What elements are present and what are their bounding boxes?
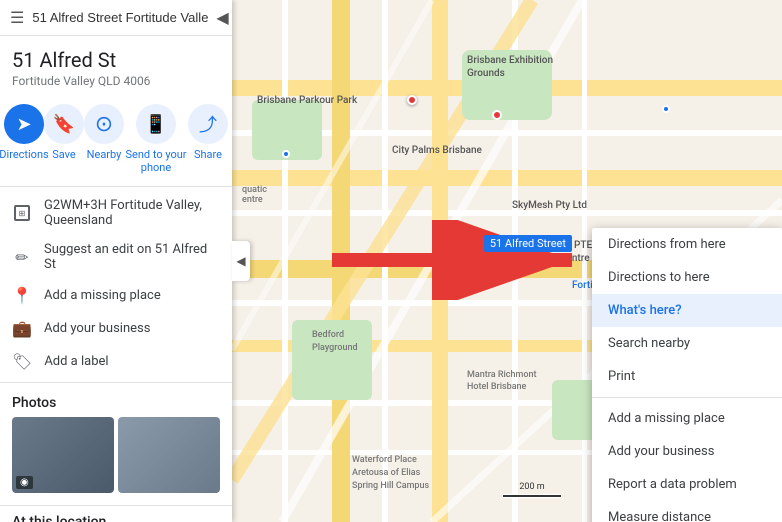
missing-place-icon: 📍: [12, 286, 32, 305]
photo-thumb-2[interactable]: [118, 417, 220, 493]
park-2: [462, 50, 552, 120]
info-list: ⊞ G2WM+3H Fortitude Valley, Queensland ✏…: [0, 187, 232, 383]
place-address: Fortitude Valley QLD 4006: [0, 74, 232, 96]
directions-button[interactable]: ➤ Directions: [4, 104, 44, 174]
pin-dot: [518, 251, 538, 271]
ctx-report[interactable]: Report a data problem: [592, 468, 782, 501]
ctx-whats-here[interactable]: What's here?: [592, 294, 782, 327]
add-label-label: Add a label: [44, 354, 108, 369]
plus-code-value: G2WM+3H Fortitude Valley, Queensland: [44, 198, 220, 228]
road-v4: [382, 0, 388, 522]
road-v3: [282, 0, 288, 522]
photos-section-title: Photos: [0, 383, 232, 417]
phone-icon: 📱: [136, 104, 176, 144]
edit-icon: ✏: [12, 248, 32, 267]
send-to-phone-label: Send to your phone: [124, 148, 188, 174]
nearby-button[interactable]: ⊙ Nearby: [84, 104, 124, 174]
plus-code-icon: ⊞: [14, 205, 30, 221]
suggest-edit-item[interactable]: ✏ Suggest an edit on 51 Alfred St: [0, 235, 232, 279]
search-input[interactable]: [32, 10, 208, 25]
road-v1: [332, 0, 350, 522]
scale-bar: 200 m: [502, 482, 562, 498]
add-missing-label: Add a missing place: [44, 288, 161, 303]
ctx-search-nearby[interactable]: Search nearby: [592, 327, 782, 360]
add-business-item[interactable]: 💼 Add your business: [0, 312, 232, 345]
at-location-section: At this location 20Cube Logistics Pvt. L…: [0, 505, 232, 522]
ctx-directions-from[interactable]: Directions from here: [592, 228, 782, 261]
park-3: [292, 320, 372, 400]
context-menu: Directions from here Directions to here …: [592, 228, 782, 522]
road-v6: [582, 0, 587, 522]
add-business-label: Add your business: [44, 321, 150, 336]
ctx-measure[interactable]: Measure distance: [592, 501, 782, 522]
road-h6: [232, 210, 782, 216]
map-pin[interactable]: 51 Alfred Street: [484, 235, 572, 268]
ctx-add-missing[interactable]: Add a missing place: [592, 402, 782, 435]
send-to-phone-button[interactable]: 📱 Send to your phone: [124, 104, 188, 174]
road-h2: [232, 170, 782, 186]
ctx-print[interactable]: Print: [592, 360, 782, 393]
action-buttons: ➤ Directions 🔖 Save ⊙ Nearby 📱 Send to y…: [0, 96, 232, 187]
directions-label: Directions: [0, 148, 49, 161]
at-location-title: At this location: [12, 514, 220, 522]
search-bar: ☰ ◀ ✕: [0, 0, 232, 36]
marker-3: [282, 150, 290, 158]
label-icon: 🏷: [12, 352, 32, 371]
suggest-edit-label: Suggest an edit on 51 Alfred St: [44, 242, 220, 272]
add-label-item[interactable]: 🏷 Add a label: [0, 345, 232, 378]
marker-4: [662, 105, 670, 113]
map-container[interactable]: Brisbane Parkour Park Brisbane Exhibitio…: [232, 0, 782, 522]
marker-2: [492, 110, 502, 120]
nearby-icon: ⊙: [84, 104, 124, 144]
plus-code-item[interactable]: ⊞ G2WM+3H Fortitude Valley, Queensland: [0, 191, 232, 235]
collapse-handle[interactable]: ◀: [232, 241, 250, 281]
ctx-directions-to[interactable]: Directions to here: [592, 261, 782, 294]
business-icon: 💼: [12, 319, 32, 338]
share-icon: ⤴: [188, 104, 228, 144]
left-panel: ☰ ◀ ✕ ◀ ▶ 51 Alfred St Fortitude: [0, 0, 232, 522]
place-title-section: 51 Alfred St: [0, 36, 232, 72]
save-icon: 🔖: [44, 104, 84, 144]
directions-icon: ➤: [4, 104, 44, 144]
ctx-divider: [592, 397, 782, 398]
share-label: Share: [194, 148, 222, 161]
road-v2: [432, 0, 448, 522]
nearby-label: Nearby: [87, 148, 122, 161]
add-missing-item[interactable]: 📍 Add a missing place: [0, 279, 232, 312]
save-label: Save: [52, 148, 76, 161]
photo-row: ◉: [0, 417, 232, 505]
save-button[interactable]: 🔖 Save: [44, 104, 84, 174]
share-button[interactable]: ⤴ Share: [188, 104, 228, 174]
pin-label: 51 Alfred Street: [484, 235, 572, 252]
place-name: 51 Alfred St: [12, 48, 220, 72]
hamburger-icon[interactable]: ☰: [10, 8, 24, 27]
ctx-add-business[interactable]: Add your business: [592, 435, 782, 468]
photo-thumb-1[interactable]: ◉: [12, 417, 114, 493]
marker-1: [407, 95, 417, 105]
collapse-panel-icon[interactable]: ◀: [216, 8, 228, 27]
